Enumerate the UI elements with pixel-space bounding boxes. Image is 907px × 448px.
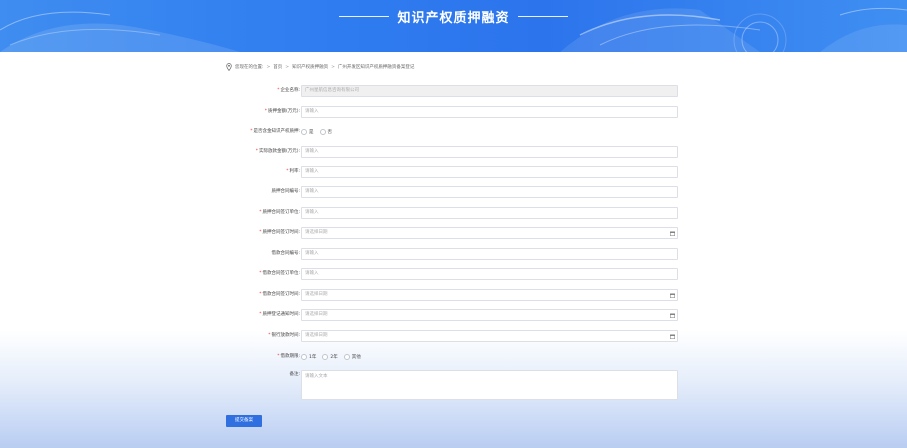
pledge-sign-time-placeholder: 请选择日期 xyxy=(305,230,328,235)
label-loan-sign-time: *借款合同签订时间: xyxy=(259,292,300,297)
label-actual-loan: *实际放款金额(万元): xyxy=(255,149,300,154)
row-interest-rate: *利率: 请输入 xyxy=(0,166,907,178)
radio-circle[interactable] xyxy=(301,354,307,360)
label-loan-signer: *借款合同签订单位: xyxy=(259,271,300,276)
row-bank-loan-time: *银行放款时间: 请选择日期 xyxy=(0,330,907,342)
label-pledge-amount: *质押金额(万元): xyxy=(264,109,300,114)
calendar-icon[interactable] xyxy=(670,313,675,318)
radio-circle[interactable] xyxy=(301,129,307,135)
radio-circle[interactable] xyxy=(319,129,326,135)
pledge-signer-input[interactable]: 请输入 xyxy=(301,207,678,219)
loan-sign-time-placeholder: 请选择日期 xyxy=(305,292,328,297)
row-actual-loan: *实际放款金额(万元): 请输入 xyxy=(0,146,907,158)
radio-1-year[interactable]: 1年 xyxy=(301,354,316,360)
row-loan-signer: *借款合同签订单位: 请输入 xyxy=(0,268,907,280)
is-pledge-radio-group: 是 否 xyxy=(301,126,332,138)
row-pledge-amount: *质押金额(万元): 请输入 xyxy=(0,106,907,118)
label-company-name: *企业名称: xyxy=(277,88,300,93)
calendar-icon[interactable] xyxy=(670,293,675,298)
row-pledge-sign-time: *质押合同签订时间: 请选择日期 xyxy=(0,227,907,239)
pledge-contract-no-input[interactable]: 请输入 xyxy=(301,186,678,198)
label-loan-contract-no: 借款合同编号: xyxy=(271,251,300,256)
radio-2-years[interactable]: 2年 xyxy=(322,354,338,360)
calendar-icon[interactable] xyxy=(670,334,675,339)
radio-circle[interactable] xyxy=(322,354,329,360)
row-pledge-contract-no: 质押合同编号: 请输入 xyxy=(0,186,907,198)
loan-sign-time-picker[interactable]: 请选择日期 xyxy=(301,289,678,301)
label-pledge-signer: *质押合同签订单位: xyxy=(259,210,300,215)
pledge-sign-time-picker[interactable]: 请选择日期 xyxy=(301,227,678,239)
company-name-input[interactable]: 广州星航信息咨询有限公司 xyxy=(301,85,678,97)
row-is-pledge: *是否含金知识产权质押: 是 否 xyxy=(0,126,907,138)
radio-no[interactable]: 否 xyxy=(319,129,332,135)
pledge-amount-input[interactable]: 请输入 xyxy=(301,106,678,118)
loan-signer-input[interactable]: 请输入 xyxy=(301,268,678,280)
calendar-icon[interactable] xyxy=(670,231,675,236)
bank-loan-time-placeholder: 请选择日期 xyxy=(305,333,328,338)
actual-loan-input[interactable]: 请输入 xyxy=(301,146,678,158)
loan-contract-no-input[interactable]: 请输入 xyxy=(301,248,678,260)
row-company-name: *企业名称: 广州星航信息咨询有限公司 xyxy=(0,85,907,97)
row-loan-contract-no: 借款合同编号: 请输入 xyxy=(0,248,907,260)
label-bank-loan-time: *银行放款时间: xyxy=(268,333,300,338)
row-pledge-signer: *质押合同签订单位: 请输入 xyxy=(0,207,907,219)
interest-rate-input[interactable]: 请输入 xyxy=(301,166,678,178)
radio-yes[interactable]: 是 xyxy=(301,129,314,135)
label-pledge-reg-time: *质押登记通知时间: xyxy=(259,312,300,317)
label-is-pledge: *是否含金知识产权质押: xyxy=(250,129,300,134)
pledge-reg-time-picker[interactable]: 请选择日期 xyxy=(301,309,678,321)
label-pledge-sign-time: *质押合同签订时间: xyxy=(259,230,300,235)
filing-form: *企业名称: 广州星航信息咨询有限公司 *质押金额(万元): 请输入 *是否含金… xyxy=(0,0,907,448)
bank-loan-time-picker[interactable]: 请选择日期 xyxy=(301,330,678,342)
submit-button[interactable]: 提交备案 xyxy=(226,415,262,427)
radio-circle[interactable] xyxy=(343,354,350,360)
label-remark: 备注: xyxy=(289,372,300,377)
loan-term-radio-group: 1年 2年 其他 xyxy=(301,351,361,363)
pledge-reg-time-placeholder: 请选择日期 xyxy=(305,312,328,317)
remark-textarea[interactable]: 请输入文本 xyxy=(301,370,678,400)
label-interest-rate: *利率: xyxy=(286,169,300,174)
row-loan-sign-time: *借款合同签订时间: 请选择日期 xyxy=(0,289,907,301)
label-loan-term: *借款期限: xyxy=(277,354,300,359)
radio-other[interactable]: 其他 xyxy=(343,354,361,360)
row-loan-term: *借款期限: 1年 2年 其他 xyxy=(0,351,907,363)
row-pledge-reg-time: *质押登记通知时间: 请选择日期 xyxy=(0,309,907,321)
label-pledge-contract-no: 质押合同编号: xyxy=(271,189,300,194)
